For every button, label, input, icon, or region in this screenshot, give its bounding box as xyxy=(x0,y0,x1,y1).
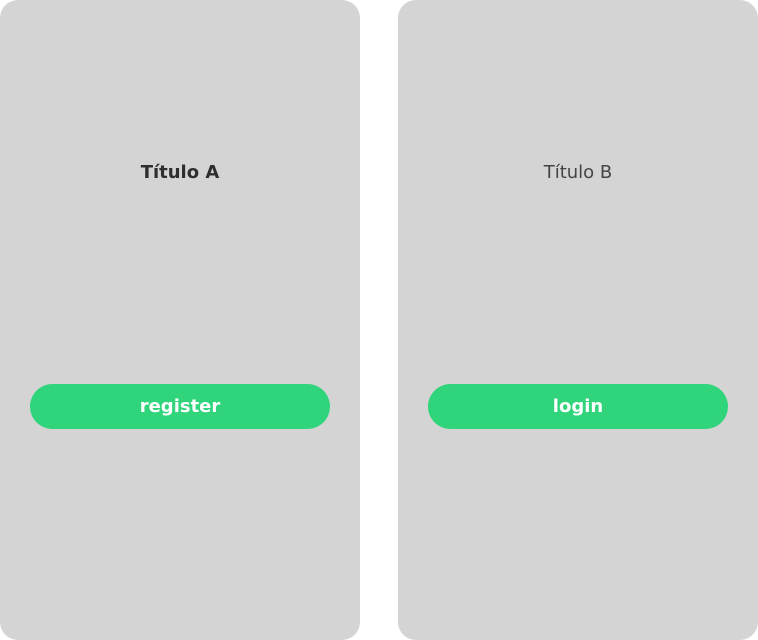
screen-a-title: Título A xyxy=(140,162,220,183)
register-button[interactable]: register xyxy=(30,384,330,429)
screen-a: Título A register xyxy=(0,0,360,640)
screen-b-title: Título B xyxy=(543,162,613,183)
screens-canvas: Título A register Título B login xyxy=(0,0,758,640)
screen-b: Título B login xyxy=(398,0,758,640)
login-button[interactable]: login xyxy=(428,384,728,429)
